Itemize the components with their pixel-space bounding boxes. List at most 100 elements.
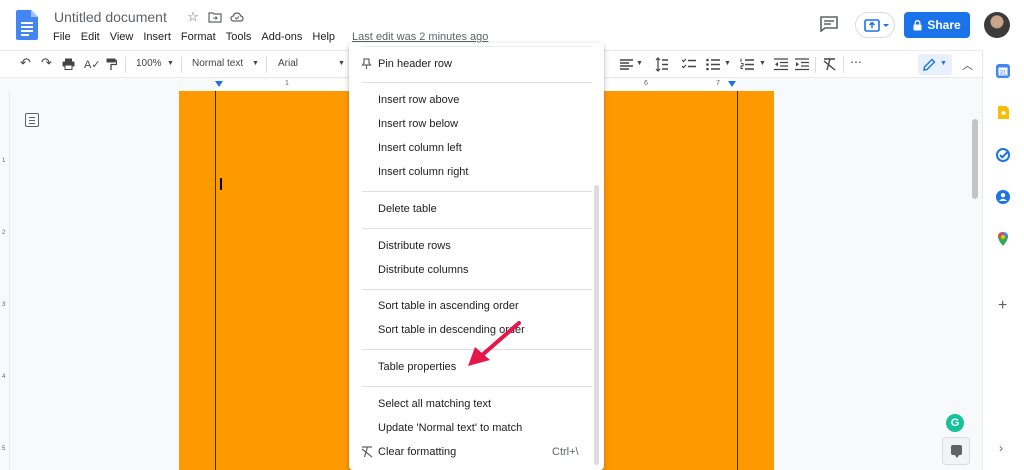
chevron-down-icon: ▼ <box>252 60 259 67</box>
menu-item-table-properties[interactable]: Table properties <box>378 361 456 373</box>
menu-help[interactable]: Help <box>312 31 335 43</box>
vruler-number: 2 <box>2 230 6 236</box>
lock-icon <box>913 19 922 30</box>
menu-item-insert-column-left[interactable]: Insert column left <box>378 142 462 154</box>
chevron-up-icon[interactable]: ︿ <box>962 57 973 73</box>
tasks-icon[interactable] <box>996 148 1010 162</box>
chevron-down-icon: ▼ <box>636 60 643 67</box>
menu-item-select-all-matching[interactable]: Select all matching text <box>378 398 491 410</box>
chevron-down-icon: ▼ <box>759 60 766 67</box>
menu-item-update-normal-text[interactable]: Update 'Normal text' to match <box>378 422 522 434</box>
ruler-number: 7 <box>716 80 720 87</box>
clear-formatting-icon[interactable] <box>823 58 836 71</box>
menu-item-insert-row-above[interactable]: Insert row above <box>378 94 459 106</box>
menu-item-distribute-columns[interactable]: Distribute columns <box>378 264 468 276</box>
menu-divider <box>362 191 592 192</box>
redo-icon[interactable]: ↷ <box>41 55 52 71</box>
menu-scrollbar[interactable] <box>594 185 599 465</box>
vruler-number: 1 <box>2 158 6 164</box>
chevron-down-icon: ▼ <box>940 60 947 67</box>
spellcheck-icon[interactable]: A✓ <box>84 58 101 71</box>
shortcut-clear-formatting: Ctrl+\ <box>552 446 579 458</box>
toolbar-divider <box>125 57 126 73</box>
comment-history-icon[interactable] <box>820 16 838 32</box>
menu-file[interactable]: File <box>53 31 71 43</box>
menu-item-sort-ascending[interactable]: Sort table in ascending order <box>378 300 519 312</box>
checklist-icon[interactable] <box>682 58 696 71</box>
menu-divider <box>362 82 592 83</box>
explore-button[interactable] <box>942 437 970 465</box>
annotation-arrow-icon <box>468 321 521 366</box>
keep-icon[interactable] <box>996 106 1010 120</box>
table-border-right <box>737 91 738 470</box>
cloud-status-icon[interactable] <box>230 10 244 24</box>
present-icon <box>864 19 889 32</box>
present-button[interactable] <box>855 12 895 38</box>
menu-edit[interactable]: Edit <box>81 31 100 43</box>
table-border-left <box>215 91 216 470</box>
menu-divider <box>362 228 592 229</box>
chevron-down-icon: ▼ <box>338 60 345 67</box>
avatar[interactable] <box>984 12 1010 38</box>
toolbar-divider <box>815 57 816 73</box>
editing-mode-button[interactable]: ▼ <box>918 54 952 75</box>
svg-text:31: 31 <box>1000 71 1007 77</box>
pencil-icon <box>923 58 936 71</box>
vruler-number: 5 <box>2 446 6 452</box>
left-indent-marker[interactable] <box>215 81 223 87</box>
toolbar-divider <box>181 57 182 73</box>
font-select[interactable]: Arial <box>278 58 298 69</box>
toolbar-divider <box>843 57 844 73</box>
bulleted-list-icon[interactable] <box>706 58 720 71</box>
menu-divider <box>362 289 592 290</box>
add-icon[interactable]: + <box>998 297 1007 315</box>
right-indent-marker[interactable] <box>728 81 736 87</box>
menu-item-pin-header-row[interactable]: Pin header row <box>378 58 452 70</box>
document-scrollbar[interactable] <box>972 119 978 199</box>
align-left-icon[interactable] <box>620 59 634 70</box>
share-button[interactable]: Share <box>904 12 970 38</box>
vertical-ruler: 1 2 3 4 5 <box>0 91 10 470</box>
chevron-right-icon[interactable]: › <box>999 441 1003 455</box>
menu-view[interactable]: View <box>110 31 134 43</box>
undo-icon[interactable]: ↶ <box>20 55 31 71</box>
zoom-select[interactable]: 100% <box>136 58 162 69</box>
pin-icon <box>361 58 372 69</box>
star-icon[interactable]: ☆ <box>186 10 200 24</box>
document-title[interactable]: Untitled document <box>54 9 167 25</box>
paint-format-icon[interactable] <box>106 58 117 71</box>
menu-addons[interactable]: Add-ons <box>261 31 302 43</box>
line-spacing-icon[interactable] <box>655 57 669 72</box>
menu-item-delete-table[interactable]: Delete table <box>378 203 437 215</box>
menu-item-clear-formatting[interactable]: Clear formatting <box>378 446 456 458</box>
print-icon[interactable] <box>62 58 75 70</box>
maps-icon[interactable] <box>996 232 1010 246</box>
vruler-number: 3 <box>2 302 6 308</box>
menu-format[interactable]: Format <box>181 31 216 43</box>
menu-divider <box>362 46 592 47</box>
menu-item-distribute-rows[interactable]: Distribute rows <box>378 240 451 252</box>
menu-insert[interactable]: Insert <box>143 31 171 43</box>
document-outline-icon[interactable] <box>25 113 39 127</box>
decrease-indent-icon[interactable] <box>774 58 788 71</box>
docs-logo-icon[interactable] <box>16 10 38 40</box>
menu-divider <box>362 386 592 387</box>
move-folder-icon[interactable] <box>208 10 222 24</box>
menu-tools[interactable]: Tools <box>226 31 252 43</box>
style-select[interactable]: Normal text <box>192 58 243 69</box>
contacts-icon[interactable] <box>996 190 1010 204</box>
menu-bar: File Edit View Insert Format Tools Add-o… <box>53 31 345 43</box>
ruler-number: 6 <box>644 80 648 87</box>
increase-indent-icon[interactable] <box>795 58 809 71</box>
share-label: Share <box>927 18 961 32</box>
more-options-icon[interactable]: ⋯ <box>850 55 862 69</box>
vruler-number: 4 <box>2 374 6 380</box>
clear-formatting-icon <box>361 446 373 458</box>
calendar-icon[interactable]: 31 <box>996 64 1010 78</box>
menu-item-insert-row-below[interactable]: Insert row below <box>378 118 458 130</box>
last-edit-link[interactable]: Last edit was 2 minutes ago <box>352 31 488 43</box>
numbered-list-icon[interactable] <box>740 58 754 71</box>
text-cursor <box>220 178 222 190</box>
grammarly-icon[interactable]: G <box>946 414 964 432</box>
menu-item-insert-column-right[interactable]: Insert column right <box>378 166 468 178</box>
